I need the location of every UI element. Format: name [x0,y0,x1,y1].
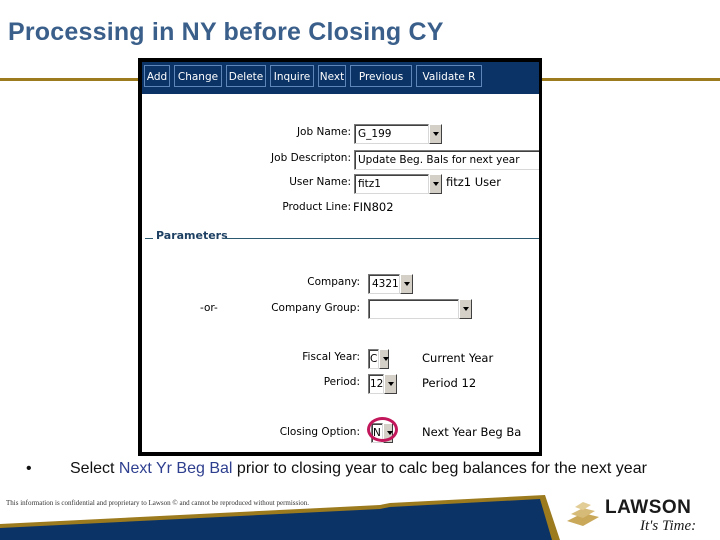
lawson-logo-icon [567,502,599,526]
inquire-button[interactable]: Inquire [270,65,314,87]
company-group-field[interactable] [368,299,459,319]
app-window: Add Change Delete Inquire Next Previous … [138,58,542,456]
previous-button[interactable]: Previous [350,65,412,87]
parameters-rule [224,238,539,239]
lawson-logo: LAWSON It's Time: [565,497,715,537]
fiscal-year-dropdown-icon[interactable] [379,349,389,369]
validate-button[interactable]: Validate R [416,65,482,87]
fiscal-year-label: Fiscal Year: [302,351,360,363]
user-name-field[interactable]: fitz1 [354,174,429,194]
job-name-label: Job Name: [296,126,351,138]
title-rule-right [540,78,720,81]
logo-tagline: It's Time: [640,518,697,534]
period-label: Period: [323,376,360,388]
toolbar: Add Change Delete Inquire Next Previous … [142,62,539,94]
closing-option-dropdown-icon[interactable] [383,423,393,443]
slide-title: Processing in NY before Closing CY [8,18,444,46]
bullet-prefix: Select [70,460,119,477]
period-dropdown-icon[interactable] [384,374,397,394]
delete-button[interactable]: Delete [226,65,266,87]
period-field[interactable]: 12 [368,374,384,394]
user-name-label: User Name: [289,176,351,188]
add-button[interactable]: Add [144,65,170,87]
closing-option-label: Closing Option: [279,426,360,438]
company-field[interactable]: 4321 [368,274,400,294]
company-label: Company: [307,276,360,288]
company-dropdown-icon[interactable] [400,274,413,294]
closing-option-description: Next Year Beg Ba [422,425,522,439]
job-name-dropdown-icon[interactable] [429,124,442,144]
title-rule-left [0,78,140,81]
bullet-highlight: Next Yr Beg Bal [118,460,233,477]
bullet-icon: • [26,460,32,477]
user-name-description: fitz1 User [446,175,501,189]
job-name-field[interactable]: G_199 [354,124,429,144]
bullet-text: Select Next Yr Beg Bal prior to closing … [70,460,700,478]
app-form-area: Add Change Delete Inquire Next Previous … [142,62,539,452]
bullet-suffix: prior to closing year to calc beg balanc… [232,460,647,477]
product-line-label: Product Line: [282,201,351,213]
next-button[interactable]: Next [318,65,346,87]
company-group-label: Company Group: [271,302,360,314]
job-description-field[interactable]: Update Beg. Bals for next year [354,150,539,170]
confidential-notice: This information is confidential and pro… [6,499,309,507]
fiscal-year-description: Current Year [422,351,494,365]
parameters-rule-left [145,238,153,239]
change-button[interactable]: Change [174,65,222,87]
parameters-heading: Parameters [156,229,228,242]
logo-wordmark: LAWSON [605,497,692,518]
period-description: Period 12 [422,376,477,390]
product-line-value: FIN802 [353,200,394,214]
job-description-label: Job Descripton: [271,152,351,164]
closing-option-field[interactable]: N [371,423,383,443]
user-name-dropdown-icon[interactable] [429,174,442,194]
or-label: -or- [200,302,218,314]
company-group-dropdown-icon[interactable] [459,299,472,319]
fiscal-year-field[interactable]: C [368,349,379,369]
